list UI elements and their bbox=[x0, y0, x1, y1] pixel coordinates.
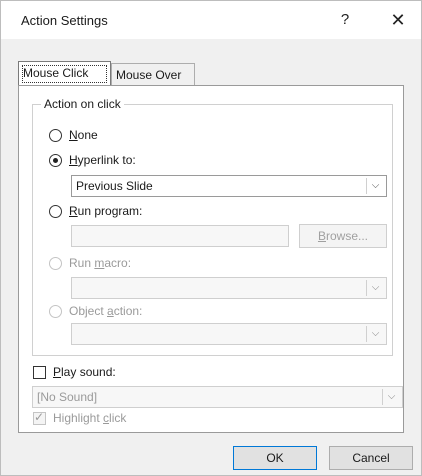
label-text: one bbox=[77, 128, 98, 142]
cancel-button[interactable]: Cancel bbox=[329, 446, 413, 470]
accel-key: R bbox=[69, 204, 78, 218]
accel-key: a bbox=[107, 304, 114, 318]
accel-key: N bbox=[69, 128, 78, 142]
highlight-click-checkbox[interactable] bbox=[33, 410, 46, 425]
play-sound-checkbox[interactable] bbox=[33, 366, 46, 379]
label-text: Run bbox=[69, 256, 95, 270]
radio-run-program[interactable] bbox=[49, 205, 62, 218]
label-text: Highlight bbox=[53, 411, 104, 425]
help-button[interactable]: ? bbox=[334, 10, 356, 30]
run-program-input[interactable] bbox=[71, 225, 289, 247]
radio-none-label[interactable]: None bbox=[69, 128, 98, 142]
label-text: ction: bbox=[113, 304, 143, 318]
chevron-down-icon[interactable]: ⌵ bbox=[366, 280, 384, 296]
label-text: yperlink to: bbox=[77, 153, 136, 167]
radio-hyperlink-label[interactable]: Hyperlink to: bbox=[69, 153, 136, 167]
ok-button[interactable]: OK bbox=[233, 446, 317, 470]
accel-key: m bbox=[94, 256, 105, 270]
sound-combo-value: [No Sound] bbox=[37, 390, 98, 404]
sound-combo[interactable]: [No Sound] ⌵ bbox=[32, 386, 403, 408]
accel-key: H bbox=[69, 153, 78, 167]
tab-label: Mouse Over bbox=[116, 68, 182, 82]
label-text: lay sound: bbox=[61, 365, 116, 379]
close-button[interactable]: ✕ bbox=[386, 9, 410, 31]
radio-run-macro-label: Run macro: bbox=[69, 256, 131, 270]
radio-object-action[interactable] bbox=[49, 305, 62, 318]
hyperlink-combo-value: Previous Slide bbox=[76, 179, 153, 193]
chevron-down-icon[interactable]: ⌵ bbox=[366, 326, 384, 342]
run-macro-combo[interactable]: ⌵ bbox=[71, 277, 387, 299]
chevron-down-icon[interactable]: ⌵ bbox=[366, 178, 384, 194]
label-text: Object bbox=[69, 304, 108, 318]
tab-focus-rect bbox=[22, 65, 107, 83]
highlight-click-label: Highlight click bbox=[53, 411, 126, 425]
label-text: lick bbox=[109, 411, 127, 425]
chevron-down-icon[interactable]: ⌵ bbox=[382, 389, 400, 405]
dialog-title: Action Settings bbox=[21, 13, 108, 28]
accel-key: B bbox=[317, 229, 326, 243]
radio-none[interactable] bbox=[49, 129, 62, 142]
browse-button[interactable]: Browse... bbox=[299, 224, 387, 248]
action-settings-dialog: Action Settings ? ✕ Mouse Click Mouse Ov… bbox=[0, 0, 422, 476]
title-bar: Action Settings ? ✕ bbox=[1, 1, 421, 39]
radio-object-action-label: Object action: bbox=[69, 304, 142, 318]
hyperlink-combo[interactable]: Previous Slide ⌵ bbox=[71, 175, 387, 197]
radio-run-macro[interactable] bbox=[49, 257, 62, 270]
object-action-combo[interactable]: ⌵ bbox=[71, 323, 387, 345]
label-text: un program: bbox=[77, 204, 143, 218]
label-text: acro: bbox=[104, 256, 132, 270]
label-text: rowse... bbox=[326, 229, 369, 243]
group-label: Action on click bbox=[41, 97, 124, 111]
play-sound-label[interactable]: Play sound: bbox=[53, 365, 116, 379]
tab-mouse-over[interactable]: Mouse Over bbox=[111, 63, 195, 85]
radio-run-program-label[interactable]: Run program: bbox=[69, 204, 142, 218]
radio-hyperlink[interactable] bbox=[49, 154, 62, 167]
tab-mouse-click[interactable]: Mouse Click bbox=[18, 61, 111, 85]
accel-key: P bbox=[53, 365, 62, 379]
